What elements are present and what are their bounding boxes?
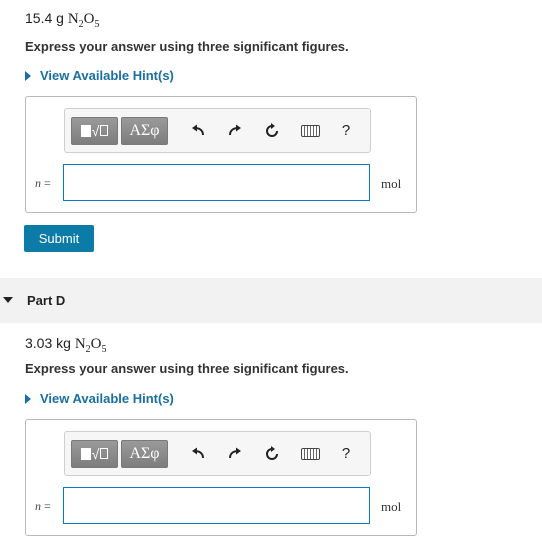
math-toolbar: √ ΑΣφ ? <box>64 108 371 153</box>
question-text: 15.4 g N2O5 <box>25 10 100 30</box>
expand-triangle-icon <box>25 70 31 81</box>
view-hints-link[interactable]: View Available Hint(s) <box>25 68 174 83</box>
templates-icon <box>80 447 91 460</box>
reset-icon[interactable] <box>262 122 282 139</box>
greek-symbols-button[interactable]: ΑΣφ <box>121 439 168 468</box>
help-icon[interactable]: ? <box>336 122 356 139</box>
instruction-text: Express your answer using three signific… <box>25 39 349 54</box>
answer-input[interactable] <box>63 164 370 201</box>
answer-input[interactable] <box>63 487 370 524</box>
part-d-header[interactable]: Part D <box>0 278 542 323</box>
chemical-formula: N2O5 <box>74 336 107 355</box>
math-toolbar: √ ΑΣφ ? <box>64 431 371 476</box>
templates-button[interactable]: √ <box>71 439 118 468</box>
instruction-text: Express your answer using three signific… <box>25 361 349 376</box>
hint-label: View Available Hint(s) <box>40 391 174 406</box>
view-hints-link[interactable]: View Available Hint(s) <box>25 391 174 406</box>
reset-icon[interactable] <box>262 445 282 462</box>
answer-box: √ ΑΣφ ? n = mol <box>25 96 417 213</box>
undo-icon[interactable] <box>188 447 208 461</box>
hint-label: View Available Hint(s) <box>40 68 174 83</box>
help-icon[interactable]: ? <box>336 445 356 462</box>
templates-button[interactable]: √ <box>71 116 118 145</box>
keyboard-icon[interactable] <box>299 124 321 137</box>
templates-icon <box>80 124 91 137</box>
variable-label: n = <box>35 176 51 190</box>
variable-label: n = <box>35 499 51 513</box>
undo-icon[interactable] <box>188 124 208 138</box>
question-quantity: 3.03 kg <box>25 335 71 351</box>
redo-icon[interactable] <box>225 447 245 461</box>
keyboard-icon[interactable] <box>299 447 321 460</box>
expand-triangle-icon <box>25 393 31 404</box>
question-quantity: 15.4 g <box>25 10 64 26</box>
chemical-formula: N2O5 <box>67 11 100 30</box>
redo-icon[interactable] <box>225 124 245 138</box>
submit-button[interactable]: Submit <box>24 225 94 252</box>
collapse-triangle-icon <box>3 297 13 303</box>
unit-label: mol <box>381 499 402 514</box>
unit-label: mol <box>381 176 402 191</box>
part-title: Part D <box>27 293 66 308</box>
greek-symbols-button[interactable]: ΑΣφ <box>121 116 168 145</box>
question-text: 3.03 kg N2O5 <box>25 335 107 355</box>
answer-box: √ ΑΣφ ? n = mol <box>25 419 417 536</box>
